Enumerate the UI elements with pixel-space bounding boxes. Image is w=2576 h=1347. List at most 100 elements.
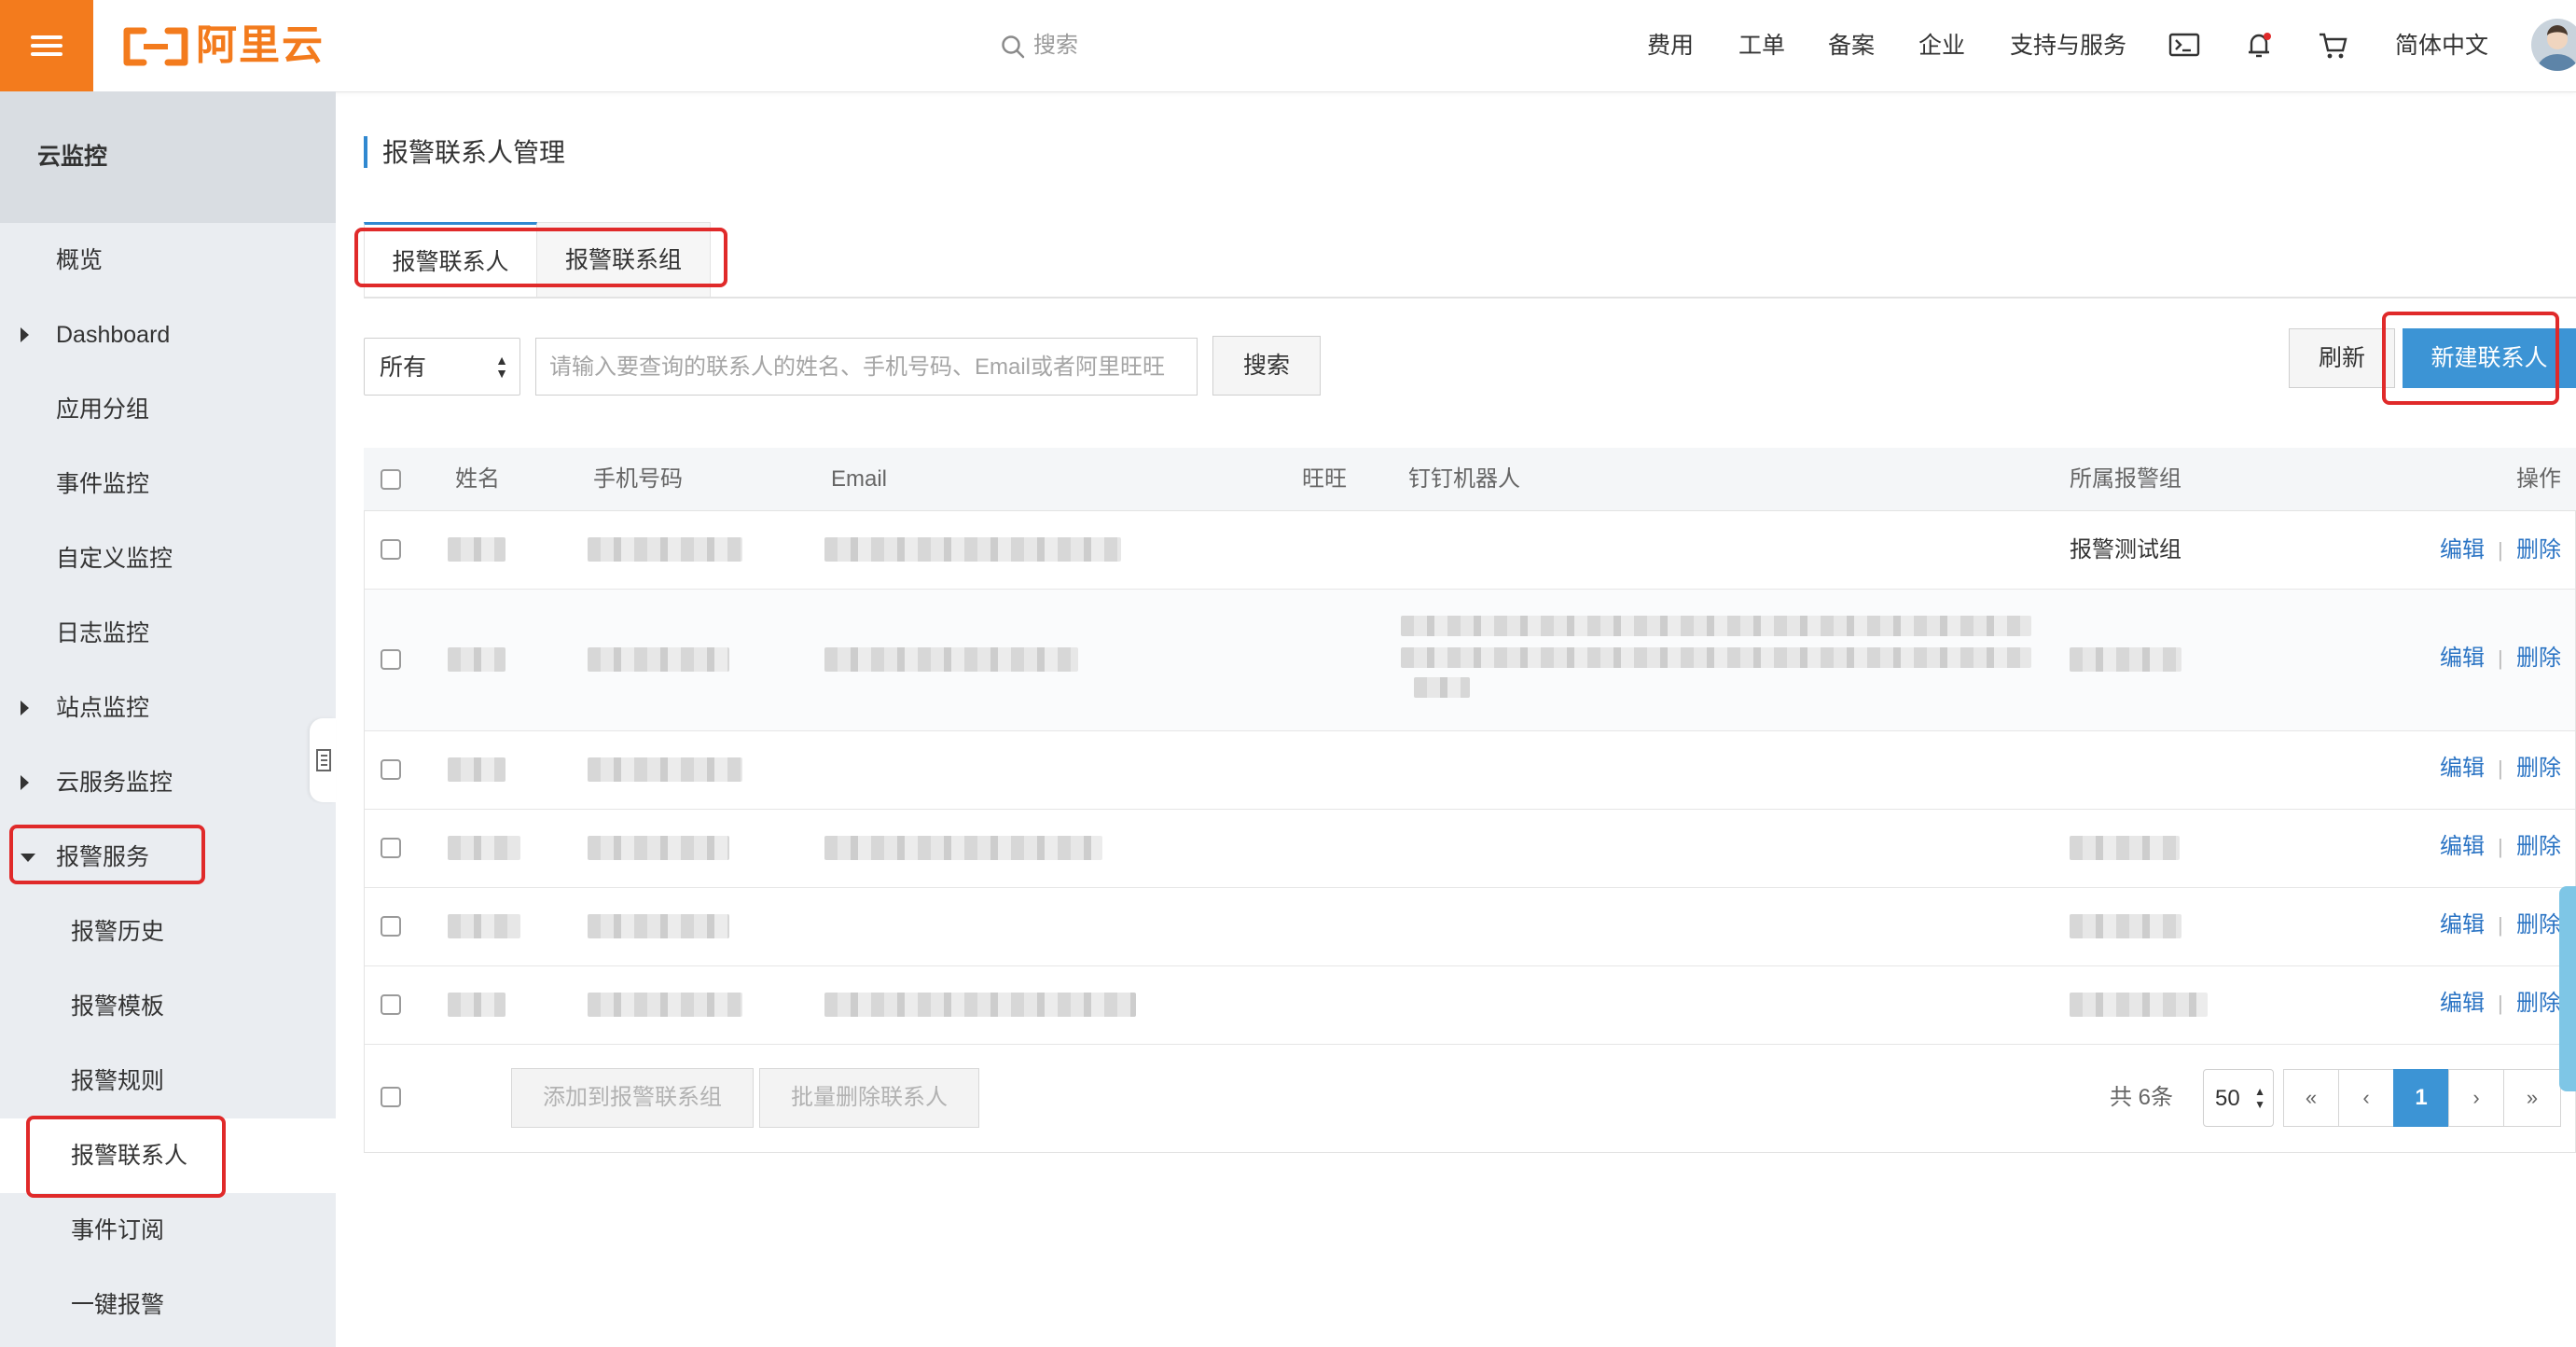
nav-support[interactable]: 支持与服务: [2010, 30, 2126, 62]
row-checkbox[interactable]: [381, 994, 401, 1015]
column-header-email: Email: [831, 466, 888, 492]
hamburger-menu-button[interactable]: [0, 0, 93, 91]
nav-filing[interactable]: 备案: [1828, 30, 1875, 62]
column-header-phone: 手机号码: [593, 466, 683, 492]
sidebar-item-event-monitor[interactable]: 事件监控: [0, 447, 336, 521]
blurred-phone: [588, 993, 742, 1017]
separator: |: [2498, 538, 2503, 562]
search-button[interactable]: 搜索: [1212, 336, 1321, 396]
row-checkbox[interactable]: [381, 838, 401, 858]
filter-select[interactable]: 所有 ▲ ▼: [364, 338, 520, 396]
sidebar-item-overview[interactable]: 概览: [0, 223, 336, 298]
row-checkbox[interactable]: [381, 759, 401, 780]
sidebar-item-dashboard[interactable]: Dashboard: [0, 298, 336, 372]
footer-select-all-checkbox[interactable]: [381, 1087, 401, 1107]
language-switch[interactable]: 简体中文: [2395, 30, 2488, 62]
separator: |: [2498, 913, 2503, 937]
separator: |: [2498, 835, 2503, 858]
delete-link[interactable]: 删除: [2516, 910, 2561, 941]
blurred-email: [824, 537, 1121, 562]
caret-right-icon: [21, 775, 29, 790]
sidebar-item-label: 报警规则: [71, 1068, 165, 1094]
blurred-email: [824, 647, 1078, 672]
edit-link[interactable]: 编辑: [2440, 831, 2485, 863]
sidebar-item-custom-monitor[interactable]: 自定义监控: [0, 521, 336, 596]
nav-tickets[interactable]: 工单: [1738, 30, 1785, 62]
edit-link[interactable]: 编辑: [2440, 753, 2485, 785]
pager-page-1[interactable]: 1: [2393, 1069, 2449, 1127]
sidebar-item-cloud-service-monitor[interactable]: 云服务监控: [0, 745, 336, 820]
edit-link[interactable]: 编辑: [2440, 643, 2485, 674]
sidebar-item-alarm-rules[interactable]: 报警规则: [0, 1044, 336, 1118]
highlight-box: [2382, 312, 2559, 405]
refresh-button[interactable]: 刷新: [2289, 328, 2395, 388]
sidebar-item-label: 一键报警: [71, 1292, 165, 1318]
highlight-box: [9, 825, 205, 884]
row-checkbox[interactable]: [381, 916, 401, 937]
aliyun-logo-icon: [123, 27, 188, 66]
pager-prev[interactable]: ‹: [2338, 1069, 2394, 1127]
updown-caret-icon: ▲ ▼: [495, 353, 508, 381]
global-search-input[interactable]: 搜索: [1033, 30, 1078, 62]
highlight-box: [354, 228, 727, 287]
sidebar-item-one-click-alarm[interactable]: 一键报警: [0, 1268, 336, 1342]
caret-right-icon: [21, 701, 29, 715]
blurred-name: [448, 757, 506, 782]
delete-link[interactable]: 删除: [2516, 988, 2561, 1020]
blurred-email: [824, 836, 1102, 860]
sidebar-item-alarm-templates[interactable]: 报警模板: [0, 969, 336, 1044]
row-checkbox[interactable]: [381, 649, 401, 670]
sidebar-item-log-monitor[interactable]: 日志监控: [0, 596, 336, 671]
edit-link[interactable]: 编辑: [2440, 535, 2485, 566]
sidebar-item-label: 应用分组: [56, 396, 150, 423]
blurred-name: [448, 914, 520, 938]
updown-caret-icon: ▲ ▼: [2254, 1085, 2265, 1111]
delete-link[interactable]: 删除: [2516, 831, 2561, 863]
select-all-checkbox[interactable]: [381, 469, 401, 490]
sidebar-collapse-handle[interactable]: [310, 718, 336, 802]
user-avatar[interactable]: [2531, 19, 2576, 71]
batch-delete-button[interactable]: 批量删除联系人: [759, 1068, 979, 1128]
bell-icon[interactable]: [2242, 28, 2276, 62]
sidebar-item-app-groups[interactable]: 应用分组: [0, 372, 336, 447]
sidebar-item-label: 概览: [56, 247, 104, 273]
sidebar-item-label: 事件订阅: [71, 1217, 165, 1243]
blurred-name: [448, 836, 520, 860]
blurred-dingtalk-robot: [1401, 647, 2031, 668]
delete-link[interactable]: 删除: [2516, 535, 2561, 566]
page-size-select[interactable]: 50 ▲ ▼: [2203, 1069, 2274, 1127]
filter-select-value: 所有: [380, 354, 427, 381]
cart-icon[interactable]: [2317, 28, 2350, 62]
column-header-name: 姓名: [455, 466, 500, 492]
contact-search-input[interactable]: 请输入要查询的联系人的姓名、手机号码、Email或者阿里旺旺: [535, 338, 1198, 396]
nav-enterprise[interactable]: 企业: [1918, 30, 1965, 62]
blurred-phone: [588, 836, 729, 860]
pager-next[interactable]: ›: [2448, 1069, 2504, 1127]
alarm-group-cell: 报警测试组: [2070, 537, 2181, 562]
sidebar-item-label: Dashboard: [56, 322, 171, 348]
logo-text[interactable]: 阿里云: [196, 19, 325, 73]
column-header-actions: 操作: [2516, 466, 2561, 492]
search-icon[interactable]: [1000, 34, 1026, 60]
delete-link[interactable]: 删除: [2516, 643, 2561, 674]
blurred-dingtalk-robot: [1414, 677, 1470, 698]
edit-link[interactable]: 编辑: [2440, 910, 2485, 941]
sidebar-item-alarm-history[interactable]: 报警历史: [0, 895, 336, 969]
pager-first[interactable]: «: [2283, 1069, 2339, 1127]
page-size-value: 50: [2215, 1086, 2240, 1111]
edit-link[interactable]: 编辑: [2440, 988, 2485, 1020]
row-checkbox[interactable]: [381, 539, 401, 560]
sidebar-item-site-monitor[interactable]: 站点监控: [0, 671, 336, 745]
separator: |: [2498, 646, 2503, 670]
nav-fees[interactable]: 费用: [1647, 30, 1694, 62]
blurred-group: [2070, 914, 2181, 938]
add-to-group-button[interactable]: 添加到报警联系组: [511, 1068, 754, 1128]
blurred-dingtalk-robot: [1401, 616, 2031, 636]
terminal-icon[interactable]: [2167, 28, 2201, 62]
feedback-side-tab[interactable]: [2559, 886, 2576, 1091]
pager-last[interactable]: »: [2503, 1069, 2561, 1127]
separator: |: [2498, 757, 2503, 780]
delete-link[interactable]: 删除: [2516, 753, 2561, 785]
collapse-icon: [316, 749, 331, 771]
sidebar-item-event-subscription[interactable]: 事件订阅: [0, 1193, 336, 1268]
